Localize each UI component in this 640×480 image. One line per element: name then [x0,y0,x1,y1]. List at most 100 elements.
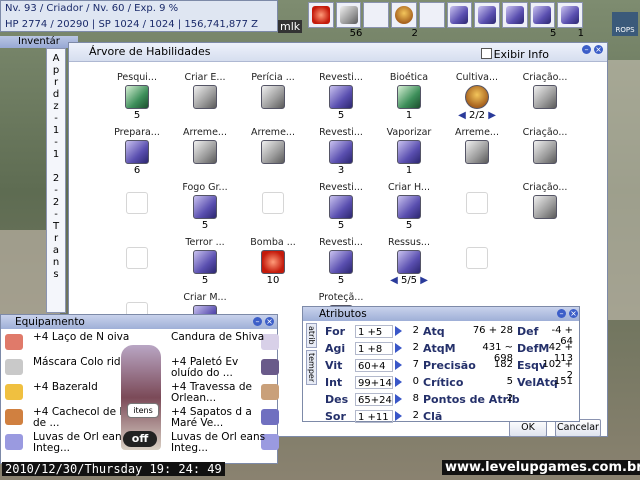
skill-icon[interactable] [125,140,149,164]
minimize-icon[interactable]: – [557,309,566,318]
skill-icon[interactable] [465,140,489,164]
skill-item[interactable]: Bomba ... 10 [241,237,305,286]
inventory-window-title[interactable]: Inventár [0,36,78,48]
skill-icon[interactable] [533,195,557,219]
equipment-slot[interactable]: +4 Cachecol de Lã de ... [3,406,132,431]
level-down-icon[interactable]: ◀ [390,275,398,286]
skill-icon[interactable] [125,85,149,109]
hotkey-slot-3[interactable] [363,2,390,28]
level-up-icon[interactable]: ▶ [420,275,428,286]
skill-icon[interactable] [329,195,353,219]
skill-icon[interactable] [261,85,285,109]
skill-item[interactable]: Ressus... ◀ 5/5 ▶ [377,237,441,286]
skill-item[interactable]: Terror ... 5 [173,237,237,286]
minimize-icon[interactable]: – [253,317,262,326]
skill-tree-title-bar[interactable]: Árvore de Habilidades Exibir Info – × [69,43,607,62]
attribute-row: For 1 +5 2 Atq 76 + 28 Def -4 + 64 [325,323,575,347]
raise-stat-icon[interactable] [395,343,402,353]
hotkey-slot-10[interactable]: 1 [557,2,584,39]
off-button[interactable]: off [123,431,157,447]
skill-icon[interactable] [261,250,285,274]
hotkey-slot-4[interactable]: 2 [391,2,418,39]
character-status-bar[interactable]: Nv. 93 / Criador / Nv. 60 / Exp. 9 % HP … [0,0,278,32]
raise-stat-icon[interactable] [395,411,402,421]
equipment-slot[interactable]: Candura de Shiva [169,331,281,356]
skill-item[interactable]: Revesti... 5 [309,237,373,286]
equipment-slot[interactable]: Máscara Colo rida [3,356,127,381]
equipment-slot[interactable]: Luvas de Orl eans Integ... [3,431,127,456]
equipment-left-column: +4 Laço de N oiva Máscara Colo rida +4 Baz… [3,331,132,456]
skill-item[interactable]: Criação... [513,72,577,110]
skill-item[interactable]: Criação... [513,182,577,220]
raise-stat-icon[interactable] [395,394,402,404]
attributes-title[interactable]: Atributos [303,307,579,321]
skill-icon[interactable] [465,85,489,109]
close-icon[interactable]: × [569,309,578,318]
raise-stat-icon[interactable] [395,377,402,387]
equipment-item-name: Luvas de Orl eans Integ... [171,431,266,454]
equipment-slot[interactable]: +4 Bazerald [3,381,115,406]
level-down-icon[interactable]: ◀ [458,110,466,121]
level-up-icon[interactable]: ▶ [488,110,496,121]
minimize-icon[interactable]: – [582,45,591,54]
skill-name: Prepara... [114,127,160,138]
inventory-strip-tab1[interactable]: Aprdz-1-1 [47,49,65,161]
hotkey-slot-2[interactable]: 56 [335,2,362,39]
tab-letter: 1 [52,125,60,136]
skill-icon[interactable] [397,85,421,109]
equipment-slot[interactable]: +4 Laço de N oiva [3,331,129,356]
hotkey-slot-8[interactable] [501,2,528,28]
skill-icon[interactable] [533,85,557,109]
skill-item[interactable]: Arreme... [241,127,305,165]
hotkey-slot-7[interactable] [474,2,500,28]
skill-item[interactable]: Vaporizar 1 [377,127,441,176]
tab-atrib[interactable]: atrib [306,323,317,348]
skill-item[interactable]: Arreme... [173,127,237,165]
tab-temper[interactable]: temper [306,349,317,385]
equipment-slot[interactable]: +4 Sapatos d a Maré Ve... [169,406,281,431]
equipment-slot[interactable]: +4 Paletó Ev oluído do ... [169,356,281,381]
hotkey-slot-6[interactable] [446,2,473,28]
skill-icon[interactable] [193,195,217,219]
skill-item[interactable]: Pesqui... 5 [105,72,169,121]
skill-icon[interactable] [533,140,557,164]
equipment-slot[interactable]: Luvas de Orl eans Integ... [169,431,281,456]
skill-item[interactable]: Perícia ... [241,72,305,110]
skill-item[interactable]: Bioética 1 [377,72,441,121]
show-info-checkbox[interactable]: Exibir Info [480,46,549,64]
equipment-title[interactable]: Equipamento [1,315,277,329]
skill-icon[interactable] [193,85,217,109]
hotkey-slot-1[interactable] [308,2,334,28]
skill-icon[interactable] [329,250,353,274]
rops-button[interactable]: ROPS [612,12,638,36]
skill-item[interactable]: Revesti... 5 [309,72,373,121]
skill-icon[interactable] [329,140,353,164]
skill-icon[interactable] [397,195,421,219]
skill-item[interactable]: Cultiva... ◀ 2/2 ▶ [445,72,509,121]
skill-icon[interactable] [397,250,421,274]
close-icon[interactable]: × [594,45,603,54]
skill-item[interactable]: Criar E... [173,72,237,110]
skill-item[interactable]: Revesti... 5 [309,182,373,231]
hotkey-slot-9[interactable]: 5 [529,2,556,39]
skill-icon[interactable] [261,140,285,164]
skill-icon[interactable] [397,140,421,164]
skill-item[interactable]: Fogo Gr... 5 [173,182,237,231]
equipment-slot[interactable]: +4 Travessa de Orlean... [169,381,281,406]
inventory-strip-tab2[interactable]: 2-2-Trans [47,161,65,281]
items-button[interactable]: itens [127,403,159,418]
stat-value: 1 +5 [355,325,393,338]
skill-item[interactable]: Criação... [513,127,577,165]
close-icon[interactable]: × [265,317,274,326]
raise-stat-icon[interactable] [395,360,402,370]
skill-icon[interactable] [193,140,217,164]
skill-icon[interactable] [329,85,353,109]
skill-item[interactable]: Arreme... [445,127,509,165]
raise-stat-icon[interactable] [395,326,402,336]
skill-item[interactable]: Prepara... 6 [105,127,169,176]
skill-icon[interactable] [193,250,217,274]
skill-item[interactable]: Revesti... 3 [309,127,373,176]
hotkey-slot-5[interactable] [418,2,445,28]
inventory-tab-strip[interactable]: Aprdz-1-12-2-Trans [46,48,66,313]
skill-item[interactable]: Criar H... 5 [377,182,441,231]
